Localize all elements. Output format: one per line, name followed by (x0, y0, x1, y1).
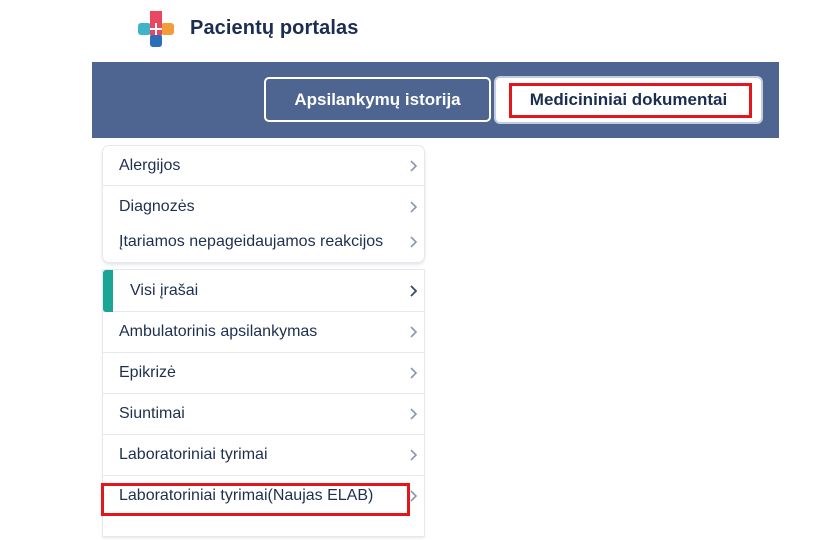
menu-item-epicrisis[interactable]: Epikrizė (103, 353, 424, 394)
menu-item-adverse-reactions[interactable]: Įtariamos nepageidaujamos reakcijos (103, 226, 424, 258)
active-indicator (103, 270, 113, 312)
menu-panel-records: Alergijos Diagnozės Įtariamos nepageidau… (103, 146, 424, 262)
menu-item-label: Įtariamos nepageidaujamos reakcijos (119, 233, 384, 250)
menu-item-label: Ambulatorinis apsilankymas (119, 323, 318, 340)
chevron-right-icon (410, 284, 418, 297)
menu-item-label: Epikrizė (119, 364, 176, 381)
menu-item-label: Diagnozės (119, 198, 195, 215)
tab-visit-history[interactable]: Apsilankymų istorija (264, 77, 491, 122)
chevron-right-icon (410, 408, 418, 420)
menu-item-diagnoses[interactable]: Diagnozės (103, 187, 424, 227)
menu-item-label: Siuntimai (119, 405, 185, 422)
menu-panel-documents: Visi įrašai Ambulatorinis apsilankymas E… (103, 270, 424, 536)
chevron-right-icon (410, 159, 418, 172)
menu-item-all-records[interactable]: Visi įrašai (103, 270, 424, 312)
tab-medical-documents[interactable]: Medicininiai dokumentai (494, 76, 763, 124)
menu-item-label: Visi įrašai (130, 281, 199, 299)
menu-item-referrals[interactable]: Siuntimai (103, 394, 424, 435)
page-title: Pacientų portalas (190, 17, 359, 39)
chevron-right-icon (410, 490, 418, 502)
menu-item-outpatient-visit[interactable]: Ambulatorinis apsilankymas (103, 312, 424, 353)
tab-label: Medicininiai dokumentai (529, 90, 728, 109)
chevron-right-icon (410, 449, 418, 461)
menu-item-label: Alergijos (119, 156, 181, 174)
chevron-right-icon (410, 201, 418, 213)
menu-item-allergies[interactable]: Alergijos (103, 146, 424, 186)
menu-item-label: Laboratoriniai tyrimai (119, 446, 268, 463)
menu-item-lab-tests-elab[interactable]: Laboratoriniai tyrimai(Naujas ELAB) (103, 476, 424, 516)
chevron-right-icon (410, 236, 418, 248)
tab-label: Apsilankymų istorija (294, 89, 461, 109)
chevron-right-icon (410, 326, 418, 338)
chevron-right-icon (410, 367, 418, 379)
medical-cross-logo-icon (138, 11, 174, 47)
menu-item-lab-tests[interactable]: Laboratoriniai tyrimai (103, 435, 424, 476)
menu-item-label: Laboratoriniai tyrimai(Naujas ELAB) (119, 487, 374, 504)
